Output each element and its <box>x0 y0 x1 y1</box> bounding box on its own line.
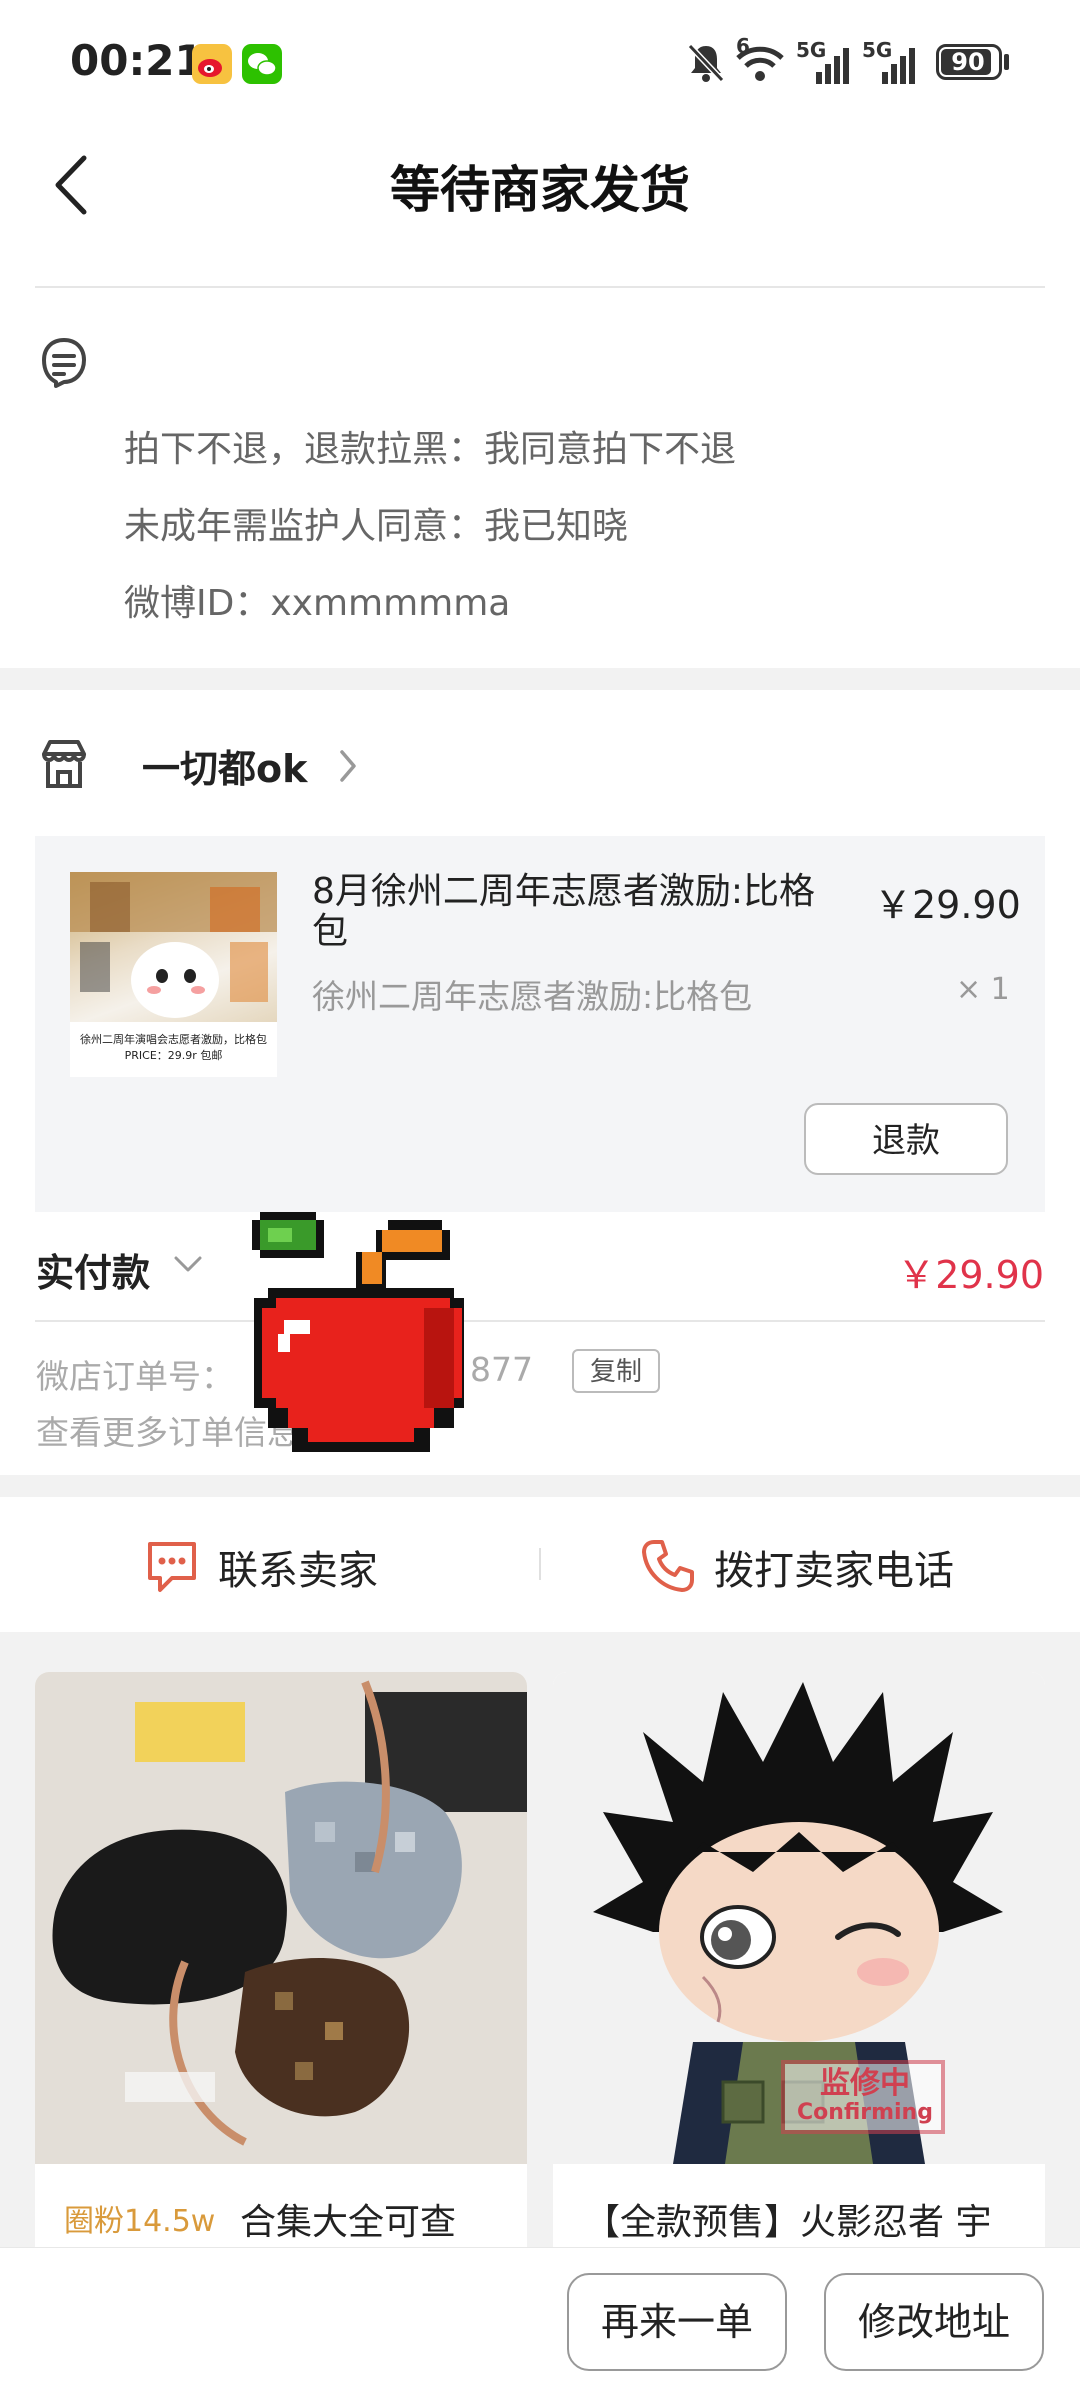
reorder-button[interactable]: 再来一单 <box>567 2273 787 2371</box>
fans-badge: 圈粉14.5w <box>64 2204 216 2239</box>
recommend-title[interactable]: 合集大全可查 <box>240 2193 456 2245</box>
phone-icon[interactable] <box>638 1536 698 1600</box>
product-image[interactable] <box>35 1672 527 2164</box>
note-line: 微博ID：xxmmmmma <box>124 583 511 624</box>
shop-icon <box>36 736 92 796</box>
status-time: 00:21 <box>70 36 204 85</box>
weibo-icon <box>192 44 232 84</box>
item-title[interactable]: 8月徐州二周年志愿者激励:比格包 <box>312 872 832 952</box>
divider <box>539 1548 541 1580</box>
divider <box>35 1320 1045 1322</box>
signal-label: 5G <box>796 38 827 62</box>
order-number: 877 <box>470 1350 533 1389</box>
divider <box>35 286 1045 288</box>
stamp-text: Confirming <box>797 2100 933 2125</box>
thumbnail-caption: 徐州二周年演唱会志愿者激励，比格包 PRICE：29.9r 包邮 <box>80 1033 267 1062</box>
recommend-card[interactable] <box>35 1672 527 2272</box>
battery-icon: 90 <box>936 44 1002 80</box>
stamp-text: 监修中 <box>820 2066 910 2101</box>
call-seller-button[interactable]: 拨打卖家电话 <box>714 1538 954 1596</box>
wechat-icon <box>242 44 282 84</box>
chevron-down-icon[interactable] <box>172 1252 204 1280</box>
wifi-badge: 6 <box>736 34 750 58</box>
chevron-right-icon[interactable] <box>336 746 360 790</box>
refund-button[interactable]: 退款 <box>804 1103 1008 1175</box>
note-line: 未成年需监护人同意：我已知晓 <box>124 506 629 547</box>
apple-sticker <box>248 1208 470 1464</box>
battery-level: 90 <box>951 48 985 76</box>
paid-amount: ￥29.90 <box>897 1253 1044 1297</box>
change-address-button[interactable]: 修改地址 <box>824 2273 1044 2371</box>
chat-icon[interactable] <box>142 1536 202 1596</box>
signal-label: 5G <box>862 38 893 62</box>
item-quantity: × 1 <box>956 972 1010 1007</box>
mute-icon <box>686 42 726 88</box>
page-title: 等待商家发货 <box>390 161 690 219</box>
recommend-card[interactable]: 监修中 Confirming <box>553 1672 1045 2272</box>
item-price: ￥29.90 <box>874 883 1021 927</box>
shop-name[interactable]: 一切都ok <box>142 738 307 793</box>
battery-tip <box>1004 54 1009 70</box>
product-thumbnail[interactable]: 徐州二周年演唱会志愿者激励，比格包 PRICE：29.9r 包邮 <box>70 872 277 1077</box>
paid-label[interactable]: 实付款 <box>36 1242 150 1297</box>
recommend-title[interactable]: 【全款预售】火影忍者 宇 <box>584 2193 991 2245</box>
contact-seller-button[interactable]: 联系卖家 <box>218 1538 378 1596</box>
order-number-label: 微店订单号： <box>36 1357 234 1396</box>
item-sku: 徐州二周年志愿者激励:比格包 <box>312 977 753 1016</box>
copy-button[interactable]: 复制 <box>572 1349 660 1393</box>
note-line: 拍下不退，退款拉黑：我同意拍下不退 <box>124 429 737 470</box>
note-icon <box>36 334 92 394</box>
